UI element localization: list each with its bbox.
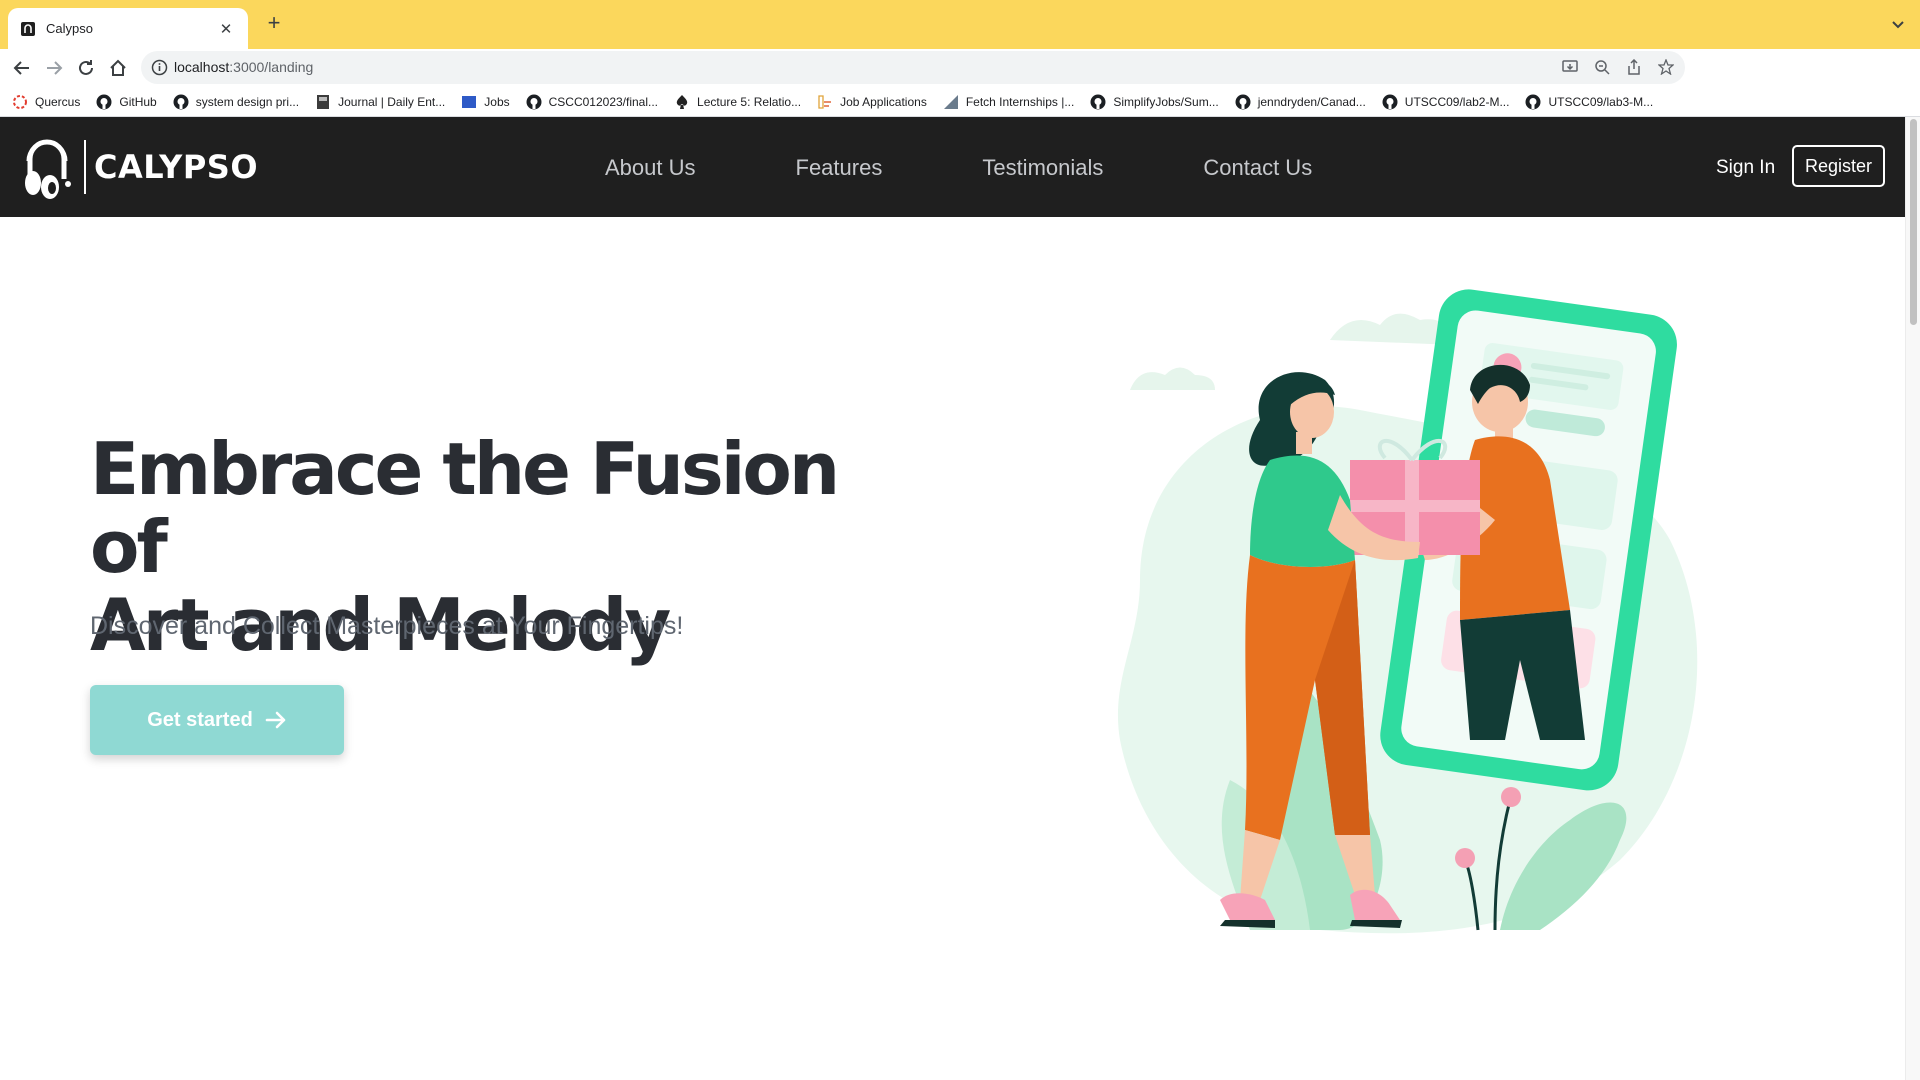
get-started-label: Get started (147, 708, 253, 731)
brand-logo[interactable]: CALYPSO (20, 131, 258, 203)
site-header: CALYPSO About Us Features Testimonials C… (0, 117, 1905, 217)
bookmark-lab2[interactable]: UTSCC09/lab2-M... (1382, 94, 1509, 110)
share-icon[interactable] (1625, 58, 1643, 76)
brand-name: CALYPSO (94, 148, 259, 186)
tab-title: Calypso (46, 21, 93, 36)
doc-icon (817, 94, 833, 110)
forward-arrow-icon[interactable] (41, 55, 67, 81)
github-icon (1382, 94, 1398, 110)
hero-subtitle: Discover and Collect Masterpieces at You… (90, 612, 684, 640)
chart-icon (943, 94, 959, 110)
github-icon (96, 94, 112, 110)
tab-close-icon[interactable]: ✕ (216, 20, 236, 38)
quercus-icon (12, 94, 28, 110)
hero-title-line-1: Embrace the Fusion of (90, 427, 840, 589)
bookmark-journal[interactable]: Journal | Daily Ent... (315, 94, 445, 110)
site-info-icon[interactable] (151, 59, 168, 76)
bookmark-job-applications[interactable]: Job Applications (817, 94, 927, 110)
page-scrollbar[interactable] (1905, 117, 1920, 1080)
logo-divider (84, 140, 86, 194)
github-icon (1090, 94, 1106, 110)
zoom-icon[interactable] (1593, 58, 1611, 76)
journal-icon (315, 94, 331, 110)
folder-icon (461, 94, 477, 110)
gift-exchange-illustration (1117, 289, 1698, 934)
bookmark-lab3[interactable]: UTSCC09/lab3-M... (1525, 94, 1653, 110)
bookmarks-bar: Quercus GitHub system design pri... Jour… (0, 87, 1920, 117)
browser-tab-strip: Calypso ✕ + (0, 0, 1920, 49)
register-button[interactable]: Register (1792, 145, 1885, 187)
calypso-favicon-icon (21, 21, 35, 36)
bookmark-jobs[interactable]: Jobs (461, 94, 510, 110)
new-tab-icon[interactable]: + (262, 12, 286, 36)
github-icon (173, 94, 189, 110)
install-app-icon[interactable] (1561, 58, 1579, 76)
nav-testimonials[interactable]: Testimonials (982, 155, 1103, 181)
address-bar[interactable]: localhost:3000/landing (141, 51, 1685, 84)
browser-tab[interactable]: Calypso ✕ (8, 8, 248, 49)
url-text[interactable]: localhost:3000/landing (174, 59, 313, 75)
bookmark-quercus[interactable]: Quercus (12, 94, 80, 110)
main-nav: About Us Features Testimonials Contact U… (605, 155, 1312, 181)
bookmark-system-design[interactable]: system design pri... (173, 94, 299, 110)
bookmark-github[interactable]: GitHub (96, 94, 157, 110)
browser-toolbar: localhost:3000/landing M (0, 49, 1920, 123)
nav-contact-us[interactable]: Contact Us (1203, 155, 1312, 181)
bookmark-star-icon[interactable] (1657, 58, 1675, 76)
tab-search-chevron-icon[interactable] (1888, 14, 1908, 34)
bookmark-lecture5[interactable]: Lecture 5: Relatio... (674, 94, 801, 110)
github-icon (526, 94, 542, 110)
sign-in-link[interactable]: Sign In (1716, 157, 1775, 179)
reload-icon[interactable] (73, 55, 99, 81)
github-icon (1235, 94, 1251, 110)
github-icon (1525, 94, 1541, 110)
bookmark-cscc01[interactable]: CSCC012023/final... (526, 94, 658, 110)
get-started-button[interactable]: Get started (90, 685, 344, 755)
scrollbar-thumb[interactable] (1910, 119, 1917, 325)
spade-icon (674, 94, 690, 110)
back-arrow-icon[interactable] (9, 55, 35, 81)
bookmark-simplifyjobs[interactable]: SimplifyJobs/Sum... (1090, 94, 1219, 110)
arrow-right-icon (265, 711, 286, 729)
bookmark-fetch-internships[interactable]: Fetch Internships |... (943, 94, 1074, 110)
bookmark-jenndryden[interactable]: jenndryden/Canad... (1235, 94, 1366, 110)
headphones-logo-icon (25, 139, 71, 199)
nav-features[interactable]: Features (796, 155, 883, 181)
home-icon[interactable] (105, 55, 131, 81)
nav-about-us[interactable]: About Us (605, 155, 696, 181)
